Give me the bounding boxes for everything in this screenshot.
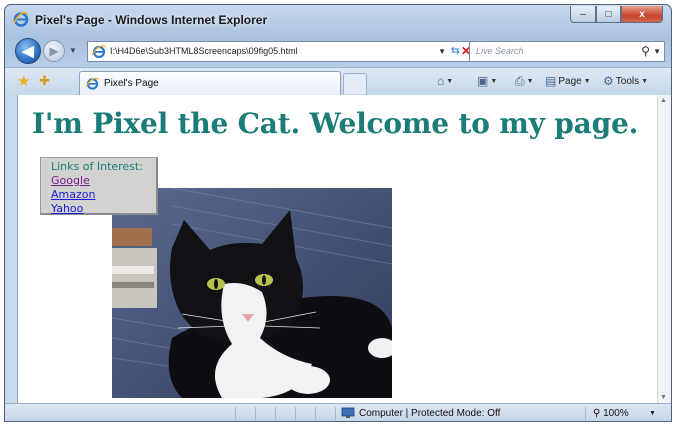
tools-dropdown-icon: ▼ [641,77,649,85]
page-heading: I'm Pixel the Cat. Welcome to my page. [32,107,639,140]
forward-button[interactable]: ▶ [43,40,65,62]
maximize-button[interactable]: □ [596,6,621,23]
feeds-icon: ▣ [477,74,489,88]
zoom-level[interactable]: ⚲ 100% [593,408,629,419]
add-favorites-icon[interactable]: ✚ [39,73,50,89]
new-tab-button[interactable] [343,73,367,94]
title-bar[interactable]: Pixel's Page - Windows Internet Explorer… [5,5,671,35]
feeds-button[interactable]: ▣ ▼ [477,74,497,88]
refresh-icon[interactable]: ⇆ [451,44,460,57]
search-input[interactable]: Live Search [476,46,524,56]
address-input[interactable]: I:\H4D6e\Sub3HTML8Screencaps\09fig05.htm… [110,46,298,56]
page-menu-icon: ▤ [545,74,557,88]
search-icon[interactable]: ⚲ [641,44,650,58]
search-box[interactable]: Live Search ⚲ ▼ [469,41,665,62]
status-divider [585,407,586,420]
maximize-icon: □ [605,8,612,20]
home-dropdown-icon[interactable]: ▼ [446,78,453,85]
link-google[interactable]: Google [51,174,156,188]
navigation-bar: ◀ ▶ ▼ I:\H4D6e\Sub3HTML8Screencaps\09fig… [5,35,671,67]
status-divider [335,407,336,420]
link-yahoo[interactable]: Yahoo [51,202,156,216]
status-divider [315,407,316,420]
recent-pages-dropdown-icon[interactable]: ▼ [69,46,77,55]
close-icon: x [639,8,645,20]
forward-arrow-icon: ▶ [49,44,59,58]
print-icon: ⎙ [515,74,525,88]
page-icon [92,45,106,58]
favorites-star-icon[interactable]: ★ [17,72,30,90]
vertical-scrollbar[interactable]: ▲ ▼ [657,95,671,403]
window-title: Pixel's Page - Windows Internet Explorer [35,13,268,27]
status-divider [295,407,296,420]
tab-label: Pixel's Page [104,78,159,89]
status-divider [235,407,236,420]
window-controls: – □ x [570,6,663,24]
print-dropdown-icon[interactable]: ▼ [527,78,534,85]
status-divider [275,407,276,420]
search-options-dropdown-icon[interactable]: ▼ [653,47,661,56]
back-arrow-icon: ◀ [22,43,34,60]
tools-menu-label: Tools [615,75,640,87]
computer-zone-icon [341,407,355,418]
back-button[interactable]: ◀ [15,38,41,64]
minimize-button[interactable]: – [570,6,596,23]
tab-pixels-page[interactable]: Pixel's Page [79,71,341,96]
page-menu[interactable]: ▤ Page ▼ [545,74,591,88]
link-amazon[interactable]: Amazon [51,188,156,202]
scroll-down-icon[interactable]: ▼ [660,394,667,401]
close-button[interactable]: x [621,6,663,23]
cat-photo [112,188,392,398]
zoom-icon: ⚲ [593,408,601,419]
home-button[interactable]: ⌂ ▼ [437,74,453,88]
links-of-interest-box: Links of Interest: Google Amazon Yahoo [40,157,158,215]
tab-bar: ★ ✚ Pixel's Page ⌂ ▼ ▣ ▼ ⎙ ▼ ▤ Page ▼ ⚙ Tool… [5,67,671,96]
page-menu-label: Page [558,75,582,87]
tools-menu[interactable]: ⚙ Tools ▼ [603,74,648,88]
minimize-icon: – [580,8,586,20]
ie-logo-icon [13,11,29,27]
print-button[interactable]: ⎙ ▼ [515,74,534,89]
zoom-dropdown-icon[interactable]: ▼ [649,410,656,417]
page-dropdown-icon: ▼ [583,77,591,85]
scroll-up-icon[interactable]: ▲ [660,97,667,104]
zoom-value: 100% [603,408,629,419]
tab-page-icon [86,77,99,90]
status-divider [255,407,256,420]
tools-gear-icon: ⚙ [603,74,614,88]
links-title: Links of Interest: [51,160,143,173]
address-bar[interactable]: I:\H4D6e\Sub3HTML8Screencaps\09fig05.htm… [87,41,473,62]
feeds-dropdown-icon[interactable]: ▼ [490,78,497,85]
page-content: I'm Pixel the Cat. Welcome to my page. L… [17,95,658,403]
security-zone-status[interactable]: Computer | Protected Mode: Off [359,408,500,419]
address-dropdown-icon[interactable]: ▼ [438,47,446,56]
status-bar: Computer | Protected Mode: Off ⚲ 100% ▼ [5,403,671,421]
home-icon: ⌂ [437,74,445,88]
ie-window: Pixel's Page - Windows Internet Explorer… [4,4,672,422]
